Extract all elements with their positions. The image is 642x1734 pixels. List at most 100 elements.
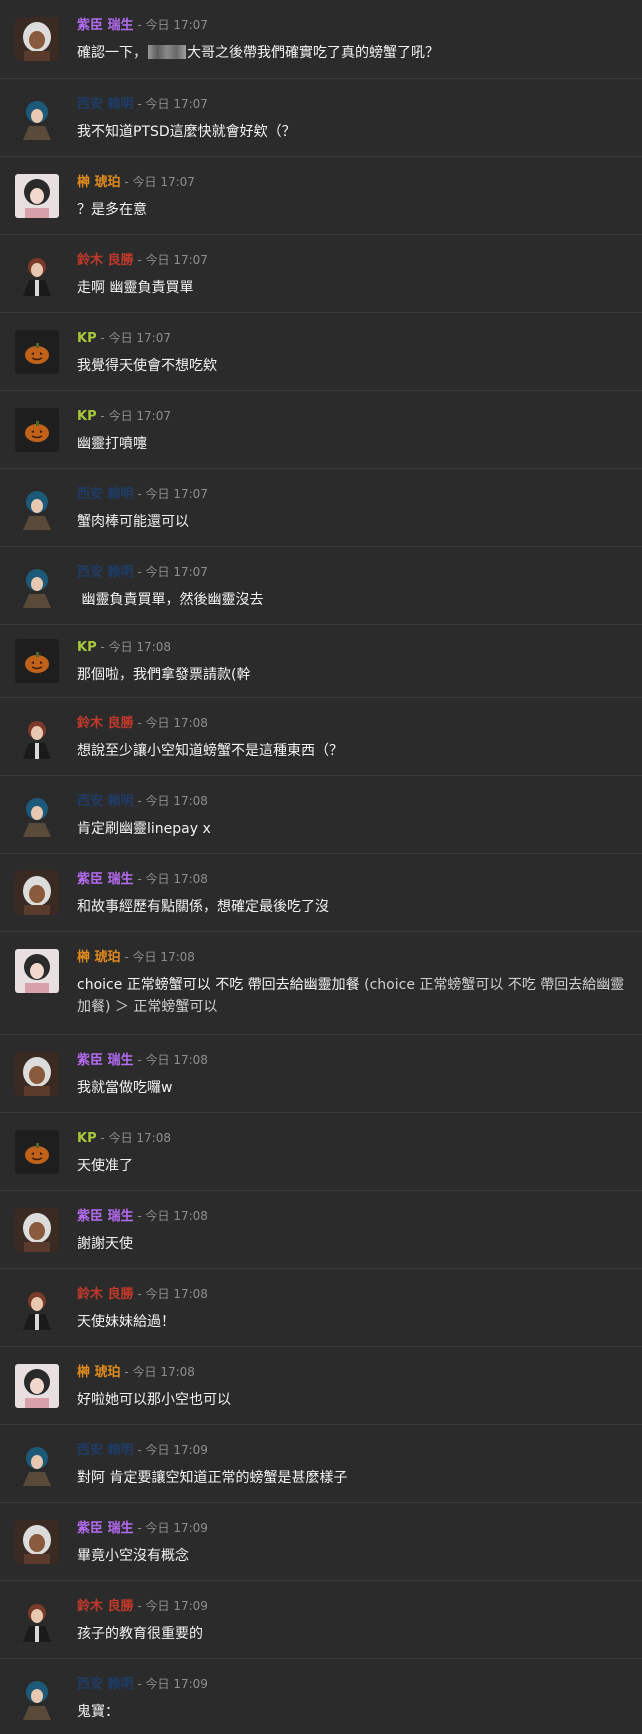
avatar-nishiyasu bbox=[15, 96, 59, 140]
message-item: 西安 賴明 - 今日 17:07 蟹肉棒可能還可以 bbox=[0, 468, 642, 546]
separator: - bbox=[133, 1599, 146, 1613]
message-text: 肯定刷幽靈linepay x bbox=[77, 821, 211, 837]
avatar-suzuki bbox=[15, 1286, 59, 1330]
speaker-name: 鈴木 良勝 bbox=[77, 716, 134, 731]
speaker-name: KP bbox=[77, 1131, 97, 1146]
separator: - bbox=[96, 331, 109, 345]
speaker-name: 西安 賴明 bbox=[77, 1443, 134, 1458]
timestamp: 今日 17:07 bbox=[145, 253, 208, 267]
message-text: 天使妹妹給過！ bbox=[77, 1314, 175, 1330]
avatar-shion bbox=[15, 1520, 59, 1564]
timestamp: 今日 17:08 bbox=[145, 794, 208, 808]
message-item: 紫臣 瑞生 - 今日 17:07 確認一下， 大哥之後帶我們確實吃了真的螃蟹了吼？ bbox=[0, 0, 642, 78]
speaker-name: 鈴木 良勝 bbox=[77, 253, 134, 268]
speaker-name: 紫臣 瑞生 bbox=[77, 18, 134, 33]
chat-log: 紫臣 瑞生 - 今日 17:07 確認一下， 大哥之後帶我們確實吃了真的螃蟹了吼？… bbox=[0, 0, 642, 1734]
message-text: 好啦她可以那小空也可以 bbox=[77, 1392, 231, 1408]
message-item: 紫臣 瑞生 - 今日 17:08 我就當做吃囉w bbox=[0, 1034, 642, 1112]
avatar-sakaki bbox=[15, 949, 59, 993]
speaker-name: 榊 琥珀 bbox=[77, 175, 121, 190]
message-item: KP - 今日 17:08 那個啦，我們拿發票請款(幹 bbox=[0, 624, 642, 697]
message-text: 蟹肉棒可能還可以 bbox=[77, 514, 189, 530]
message-item: KP - 今日 17:08 天使准了 bbox=[0, 1112, 642, 1190]
message-header: KP - 今日 17:07 bbox=[77, 408, 171, 425]
timestamp: 今日 17:08 bbox=[132, 1365, 195, 1379]
separator: - bbox=[96, 409, 109, 423]
timestamp: 今日 17:07 bbox=[108, 409, 171, 423]
separator: - bbox=[133, 487, 146, 501]
avatar-suzuki bbox=[15, 1598, 59, 1642]
message-text: choice 正常螃蟹可以 不吃 帶回去給幽靈加餐 (choice 正常螃蟹可以… bbox=[77, 974, 626, 1018]
message-text: 走啊 幽靈負責買單 bbox=[77, 280, 194, 296]
avatar-nishiyasu bbox=[15, 793, 59, 837]
message-item: 西安 賴明 - 今日 17:07 我不知道PTSD這麼快就會好欸（？ bbox=[0, 78, 642, 156]
message-header: 西安 賴明 - 今日 17:07 bbox=[77, 486, 208, 503]
message-header: 西安 賴明 - 今日 17:07 bbox=[77, 96, 208, 113]
speaker-name: KP bbox=[77, 640, 97, 655]
separator: - bbox=[133, 18, 146, 32]
message-item: 鈴木 良勝 - 今日 17:08 想說至少讓小空知道螃蟹不是這種東西（？ bbox=[0, 697, 642, 775]
timestamp: 今日 17:09 bbox=[145, 1599, 208, 1613]
message-header: 西安 賴明 - 今日 17:08 bbox=[77, 793, 208, 810]
avatar-nishiyasu bbox=[15, 564, 59, 608]
avatar-kp bbox=[15, 639, 59, 683]
message-item: KP - 今日 17:07 我覺得天使會不想吃欸 bbox=[0, 312, 642, 390]
message-item: 西安 賴明 - 今日 17:09 鬼寶： bbox=[0, 1658, 642, 1734]
speaker-name: KP bbox=[77, 331, 97, 346]
avatar-kp bbox=[15, 330, 59, 374]
message-header: 鈴木 良勝 - 今日 17:09 bbox=[77, 1598, 208, 1615]
avatar-shion bbox=[15, 871, 59, 915]
speaker-name: 鈴木 良勝 bbox=[77, 1287, 134, 1302]
timestamp: 今日 17:08 bbox=[145, 1209, 208, 1223]
message-header: 紫臣 瑞生 - 今日 17:08 bbox=[77, 1208, 208, 1225]
avatar-nishiyasu bbox=[15, 1676, 59, 1720]
timestamp: 今日 17:08 bbox=[145, 1287, 208, 1301]
message-header: 榊 琥珀 - 今日 17:08 bbox=[77, 949, 195, 966]
message-text: 我覺得天使會不想吃欸 bbox=[77, 358, 217, 374]
speaker-name: KP bbox=[77, 409, 97, 424]
choice-command: choice 正常螃蟹可以 不吃 帶回去給幽靈加餐 bbox=[77, 977, 360, 993]
speaker-name: 榊 琥珀 bbox=[77, 1365, 121, 1380]
message-header: 鈴木 良勝 - 今日 17:07 bbox=[77, 252, 208, 269]
separator: - bbox=[133, 565, 146, 579]
message-item: 鈴木 良勝 - 今日 17:08 天使妹妹給過！ bbox=[0, 1268, 642, 1346]
message-header: 紫臣 瑞生 - 今日 17:09 bbox=[77, 1520, 208, 1537]
message-header: KP - 今日 17:08 bbox=[77, 1130, 171, 1147]
speaker-name: 西安 賴明 bbox=[77, 794, 134, 809]
message-text: 那個啦，我們拿發票請款(幹 bbox=[77, 667, 251, 683]
message-text: 對阿 肯定要讓空知道正常的螃蟹是甚麼樣子 bbox=[77, 1470, 348, 1486]
timestamp: 今日 17:08 bbox=[132, 950, 195, 964]
message-text: 幽靈負責買單，然後幽靈沒去 bbox=[77, 592, 264, 608]
text-part: 確認一下， bbox=[77, 45, 147, 61]
timestamp: 今日 17:09 bbox=[145, 1677, 208, 1691]
message-header: 西安 賴明 - 今日 17:07 bbox=[77, 564, 208, 581]
avatar-suzuki bbox=[15, 252, 59, 296]
timestamp: 今日 17:09 bbox=[145, 1521, 208, 1535]
message-item: 紫臣 瑞生 - 今日 17:08 謝謝天使 bbox=[0, 1190, 642, 1268]
separator: - bbox=[133, 794, 146, 808]
speaker-name: 榊 琥珀 bbox=[77, 950, 121, 965]
message-header: KP - 今日 17:07 bbox=[77, 330, 171, 347]
separator: - bbox=[133, 1521, 146, 1535]
timestamp: 今日 17:07 bbox=[145, 487, 208, 501]
timestamp: 今日 17:07 bbox=[145, 18, 208, 32]
avatar-nishiyasu bbox=[15, 1442, 59, 1486]
separator: - bbox=[133, 1677, 146, 1691]
separator: - bbox=[120, 950, 133, 964]
message-header: 榊 琥珀 - 今日 17:07 bbox=[77, 174, 195, 191]
message-item: 西安 賴明 - 今日 17:08 肯定刷幽靈linepay x bbox=[0, 775, 642, 853]
message-text: ？是多在意 bbox=[77, 202, 147, 218]
message-item: 鈴木 良勝 - 今日 17:07 走啊 幽靈負責買單 bbox=[0, 234, 642, 312]
timestamp: 今日 17:07 bbox=[145, 97, 208, 111]
separator: - bbox=[133, 1287, 146, 1301]
timestamp: 今日 17:07 bbox=[145, 565, 208, 579]
separator: - bbox=[120, 1365, 133, 1379]
message-text: 確認一下， 大哥之後帶我們確實吃了真的螃蟹了吼？ bbox=[77, 42, 626, 64]
message-item: 榊 琥珀 - 今日 17:08 choice 正常螃蟹可以 不吃 帶回去給幽靈加… bbox=[0, 931, 642, 1034]
message-text: 孩子的教育很重要的 bbox=[77, 1626, 203, 1642]
message-item: KP - 今日 17:07 幽靈打噴嚏 bbox=[0, 390, 642, 468]
message-header: 西安 賴明 - 今日 17:09 bbox=[77, 1676, 208, 1693]
speaker-name: 紫臣 瑞生 bbox=[77, 872, 134, 887]
separator: - bbox=[133, 1053, 146, 1067]
avatar-kp bbox=[15, 1130, 59, 1174]
